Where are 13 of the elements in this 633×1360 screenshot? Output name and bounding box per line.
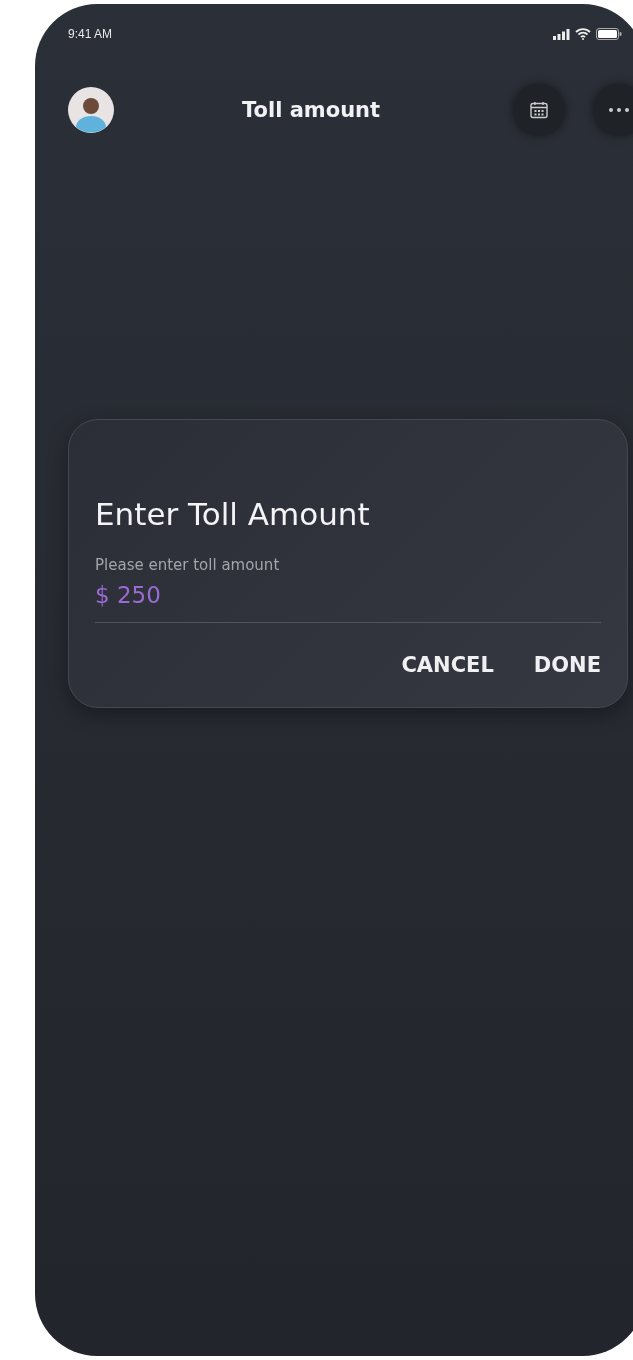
- calendar-button[interactable]: [513, 84, 565, 136]
- battery-icon: [596, 28, 622, 40]
- signal-icon: [553, 28, 570, 40]
- calendar-icon: [529, 100, 549, 120]
- cancel-button[interactable]: CANCEL: [401, 653, 494, 677]
- more-icon: [608, 107, 630, 113]
- avatar[interactable]: [68, 87, 114, 133]
- status-time: 9:41 AM: [68, 27, 113, 41]
- wifi-icon: [575, 28, 591, 40]
- dialog-title: Enter Toll Amount: [95, 496, 371, 532]
- field-label: Please enter toll amount: [95, 556, 281, 574]
- done-button[interactable]: DONE: [533, 653, 601, 677]
- header-title: Toll amount: [242, 98, 382, 122]
